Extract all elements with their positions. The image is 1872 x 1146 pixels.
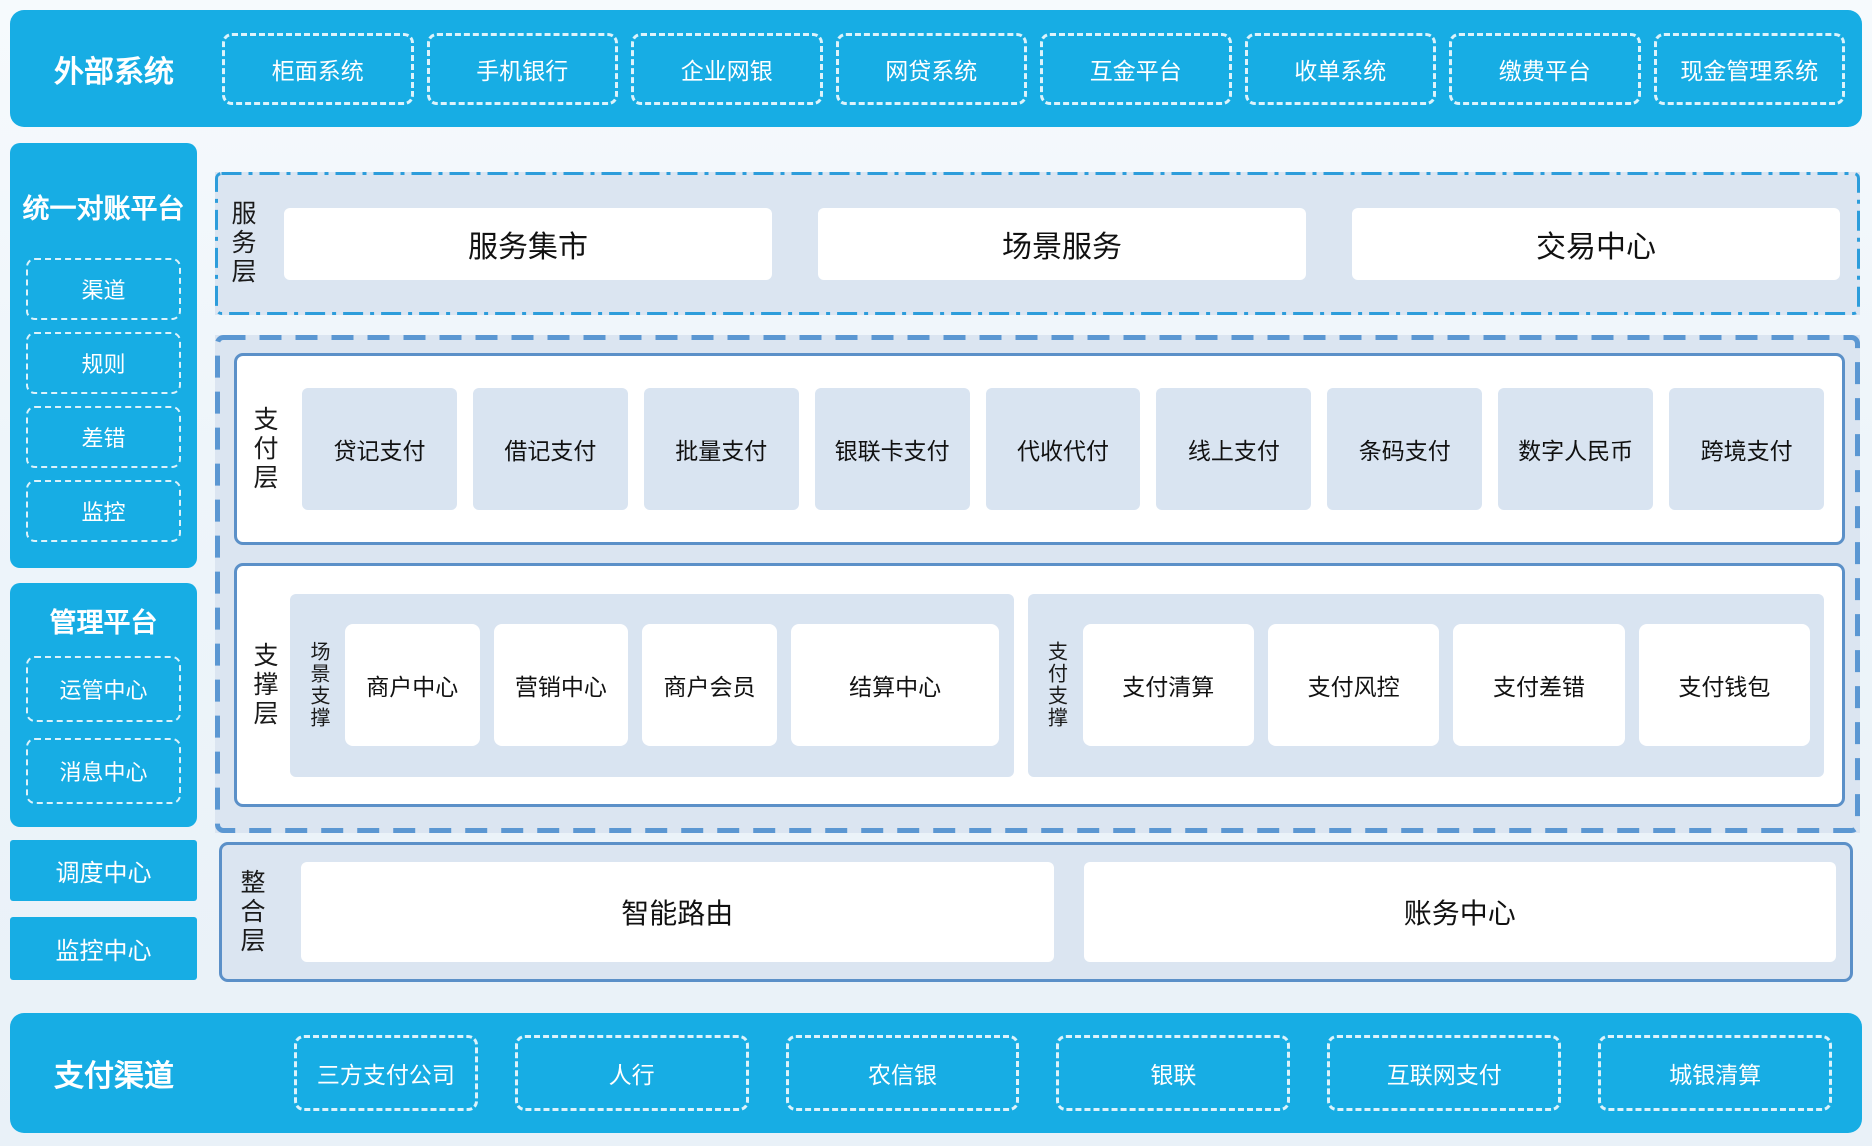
- scenario-support-group: 场景支撑 商户中心 营销中心 商户会员 结算中心: [290, 594, 1014, 777]
- payment-layer-items: 贷记支付 借记支付 批量支付 银联卡支付 代收代付 线上支付 条码支付 数字人民…: [302, 388, 1824, 510]
- external-systems-title: 外部系统: [54, 47, 174, 91]
- payment-channel-item: 城银清算: [1598, 1035, 1832, 1111]
- service-item: 交易中心: [1352, 208, 1840, 280]
- reconciliation-platform-items: 渠道 规则 差错 监控: [10, 258, 197, 542]
- external-system-item: 收单系统: [1245, 33, 1437, 105]
- integration-layer-label: 整合层: [238, 869, 263, 956]
- payment-channel-item: 三方支付公司: [294, 1035, 478, 1111]
- payment-item: 跨境支付: [1669, 388, 1824, 510]
- core-layers-wrapper: 支付层 贷记支付 借记支付 批量支付 银联卡支付 代收代付 线上支付 条码支付 …: [215, 335, 1860, 833]
- payment-channels-title: 支付渠道: [54, 1051, 174, 1095]
- external-system-item: 手机银行: [427, 33, 619, 105]
- payment-support-items: 支付清算 支付风控 支付差错 支付钱包: [1083, 624, 1811, 746]
- payment-item: 线上支付: [1156, 388, 1311, 510]
- management-item: 消息中心: [26, 738, 181, 804]
- integration-layer-items: 智能路由 账务中心: [301, 862, 1836, 962]
- payment-support-item: 支付清算: [1083, 624, 1254, 746]
- dispatch-center-block: 调度中心: [10, 840, 197, 901]
- external-system-item: 现金管理系统: [1654, 33, 1846, 105]
- integration-item: 智能路由: [301, 862, 1054, 962]
- payment-channel-item: 互联网支付: [1327, 1035, 1561, 1111]
- payment-item: 借记支付: [473, 388, 628, 510]
- external-systems-items: 柜面系统 手机银行 企业网银 网贷系统 互金平台 收单系统 缴费平台 现金管理系…: [222, 33, 1845, 105]
- service-layer-items: 服务集市 场景服务 交易中心: [284, 208, 1840, 280]
- reconciliation-item: 规则: [26, 332, 181, 394]
- service-layer-label: 服务层: [229, 200, 254, 287]
- external-system-item: 柜面系统: [222, 33, 414, 105]
- scenario-support-item: 结算中心: [791, 624, 1000, 746]
- payment-item: 批量支付: [644, 388, 799, 510]
- management-platform-items: 运管中心 消息中心: [10, 656, 197, 804]
- scenario-support-label: 场景支撑: [306, 641, 329, 729]
- payment-channel-item: 人行: [515, 1035, 749, 1111]
- management-platform-panel: 管理平台 运管中心 消息中心: [10, 583, 197, 827]
- payment-item: 银联卡支付: [815, 388, 970, 510]
- external-system-item: 缴费平台: [1449, 33, 1641, 105]
- payment-item: 数字人民币: [1498, 388, 1653, 510]
- external-system-item: 互金平台: [1040, 33, 1232, 105]
- scenario-support-item: 商户会员: [642, 624, 777, 746]
- external-system-item: 网贷系统: [836, 33, 1028, 105]
- payment-item: 代收代付: [986, 388, 1141, 510]
- payment-item: 条码支付: [1327, 388, 1482, 510]
- reconciliation-item: 差错: [26, 406, 181, 468]
- management-platform-title: 管理平台: [10, 601, 197, 640]
- external-systems-banner: 外部系统 柜面系统 手机银行 企业网银 网贷系统 互金平台 收单系统 缴费平台 …: [10, 10, 1862, 127]
- reconciliation-item: 渠道: [26, 258, 181, 320]
- reconciliation-platform-title: 统一对账平台: [10, 187, 197, 226]
- payment-channel-item: 银联: [1056, 1035, 1290, 1111]
- scenario-support-item: 商户中心: [345, 624, 480, 746]
- support-layer: 支撑层 场景支撑 商户中心 营销中心 商户会员 结算中心 支付支撑 支付清算 支…: [234, 563, 1845, 807]
- payment-support-item: 支付风控: [1268, 624, 1439, 746]
- management-item: 运管中心: [26, 656, 181, 722]
- service-item: 服务集市: [284, 208, 772, 280]
- integration-item: 账务中心: [1084, 862, 1837, 962]
- payment-layer: 支付层 贷记支付 借记支付 批量支付 银联卡支付 代收代付 线上支付 条码支付 …: [234, 353, 1845, 545]
- service-item: 场景服务: [818, 208, 1306, 280]
- payment-support-item: 支付差错: [1453, 624, 1624, 746]
- external-system-item: 企业网银: [631, 33, 823, 105]
- payment-support-group: 支付支撑 支付清算 支付风控 支付差错 支付钱包: [1028, 594, 1825, 777]
- payment-channel-item: 农信银: [786, 1035, 1020, 1111]
- integration-layer: 整合层 智能路由 账务中心: [219, 842, 1853, 982]
- payment-channels-banner: 支付渠道 三方支付公司 人行 农信银 银联 互联网支付 城银清算: [10, 1013, 1862, 1133]
- payment-item: 贷记支付: [302, 388, 457, 510]
- payment-layer-label: 支付层: [251, 406, 276, 493]
- payment-support-label: 支付支撑: [1044, 641, 1067, 729]
- monitoring-center-block: 监控中心: [10, 917, 197, 980]
- service-layer: 服务层 服务集市 场景服务 交易中心: [215, 172, 1860, 315]
- reconciliation-platform-panel: 统一对账平台 渠道 规则 差错 监控: [10, 143, 197, 568]
- scenario-support-items: 商户中心 营销中心 商户会员 结算中心: [345, 624, 1000, 746]
- reconciliation-item: 监控: [26, 480, 181, 542]
- support-layer-label: 支撑层: [251, 642, 276, 729]
- scenario-support-item: 营销中心: [494, 624, 629, 746]
- payment-channels-items: 三方支付公司 人行 农信银 银联 互联网支付 城银清算: [294, 1035, 1832, 1111]
- payment-support-item: 支付钱包: [1639, 624, 1810, 746]
